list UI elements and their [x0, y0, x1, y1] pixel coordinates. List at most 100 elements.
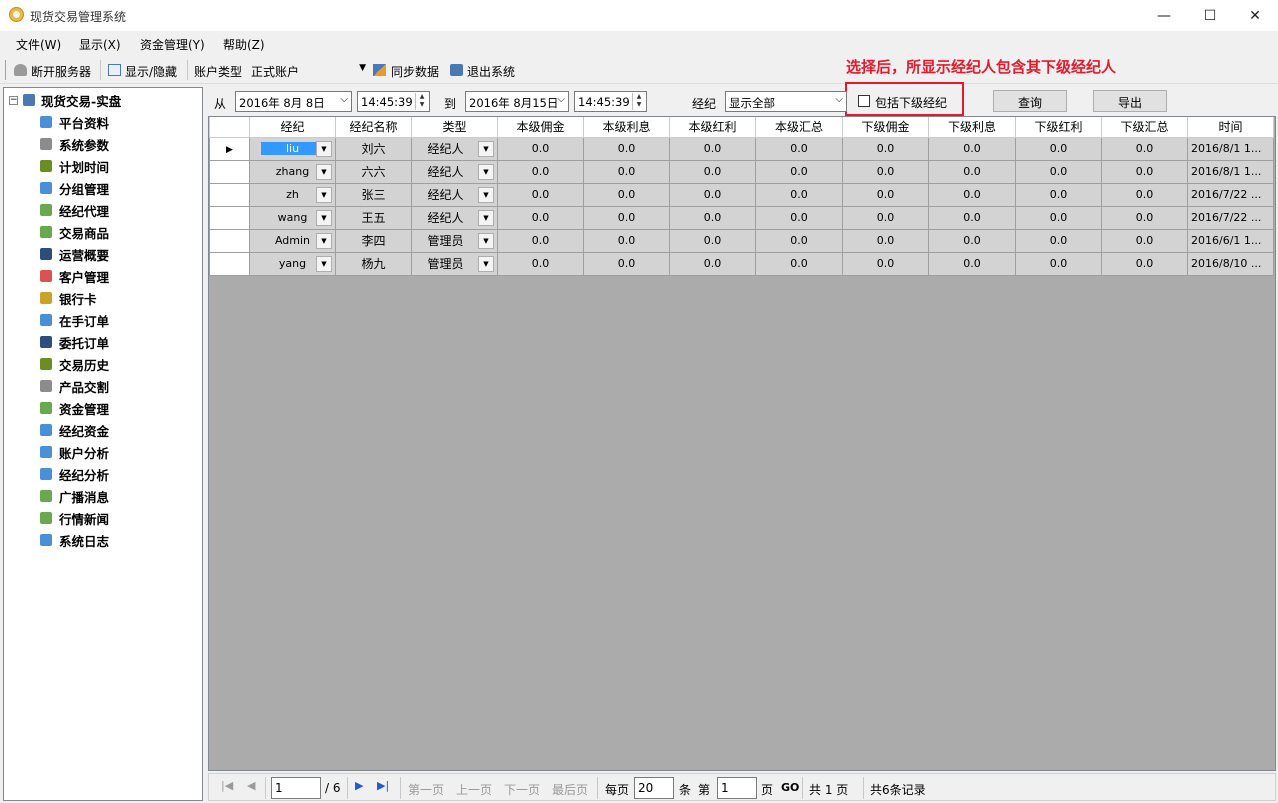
amount-cell[interactable]: 0.0 — [1015, 182, 1102, 207]
first-page-icon[interactable]: |◀ — [221, 779, 233, 792]
table-row[interactable]: zh ▼ 张三 经纪人 ▼ 0.0 0.0 0.0 0.0 0.0 0.0 0.0 0.0 2016/7/… — [209, 182, 1274, 207]
amount-cell[interactable]: 0.0 — [1101, 205, 1188, 230]
tree-item[interactable]: 交易历史 — [40, 353, 109, 375]
amount-cell[interactable]: 0.0 — [1015, 228, 1102, 253]
prev-page-icon[interactable]: ◀ — [247, 779, 255, 792]
tree-item[interactable]: 运营概要 — [40, 243, 109, 265]
row-header[interactable] — [209, 182, 250, 207]
amount-cell[interactable]: 0.0 — [842, 182, 929, 207]
menu-view[interactable]: 显示(X) — [79, 36, 121, 53]
minimize-button[interactable]: — — [1141, 0, 1187, 31]
row-header[interactable] — [209, 205, 250, 230]
tree-item[interactable]: 产品交割 — [40, 375, 109, 397]
tree-item[interactable]: 银行卡 — [40, 287, 97, 309]
tree-item[interactable]: 经纪代理 — [40, 199, 109, 221]
broker-name-cell[interactable]: 王五 — [335, 205, 412, 230]
time-cell[interactable]: 2016/7/22 ... — [1187, 205, 1274, 230]
amount-cell[interactable]: 0.0 — [497, 205, 584, 230]
amount-cell[interactable]: 0.0 — [583, 159, 670, 184]
column-header[interactable]: 本级红利 — [669, 117, 756, 138]
amount-cell[interactable]: 0.0 — [497, 251, 584, 276]
collapse-icon[interactable]: − — [9, 95, 18, 105]
broker-id-combo[interactable]: Admin ▼ — [249, 228, 336, 253]
broker-type-combo[interactable]: 经纪人 ▼ — [411, 136, 498, 161]
include-sub-label[interactable]: 包括下级经纪 — [875, 94, 947, 111]
broker-id-combo[interactable]: liu ▼ — [249, 136, 336, 161]
broker-id-combo[interactable]: zhang ▼ — [249, 159, 336, 184]
tree-item[interactable]: 客户管理 — [40, 265, 109, 287]
table-row[interactable]: wang ▼ 王五 经纪人 ▼ 0.0 0.0 0.0 0.0 0.0 0.0 0.0 0.0 2016/… — [209, 205, 1274, 230]
column-header[interactable]: 下级红利 — [1015, 117, 1102, 138]
column-header[interactable]: 本级佣金 — [497, 117, 584, 138]
amount-cell[interactable]: 0.0 — [583, 182, 670, 207]
chevron-down-icon[interactable]: ▼ — [316, 232, 332, 249]
chevron-down-icon[interactable]: ▼ — [478, 255, 494, 272]
menu-help[interactable]: 帮助(Z) — [223, 36, 265, 53]
amount-cell[interactable]: 0.0 — [1015, 136, 1102, 161]
amount-cell[interactable]: 0.0 — [669, 251, 756, 276]
tree-item[interactable]: 计划时间 — [40, 155, 109, 177]
amount-cell[interactable]: 0.0 — [669, 159, 756, 184]
tree-item[interactable]: 平台资料 — [40, 111, 109, 133]
table-row[interactable]: zhang ▼ 六六 经纪人 ▼ 0.0 0.0 0.0 0.0 0.0 0.0 0.0 0.0 2016… — [209, 159, 1274, 184]
chevron-down-icon[interactable]: ▼ — [478, 186, 494, 203]
amount-cell[interactable]: 0.0 — [928, 205, 1016, 230]
amount-cell[interactable]: 0.0 — [1015, 159, 1102, 184]
amount-cell[interactable]: 0.0 — [755, 251, 843, 276]
menu-file[interactable]: 文件(W) — [16, 36, 61, 53]
broker-type-combo[interactable]: 经纪人 ▼ — [411, 159, 498, 184]
time-cell[interactable]: 2016/8/1 1... — [1187, 159, 1274, 184]
row-header[interactable]: ▶ — [209, 136, 250, 161]
amount-cell[interactable]: 0.0 — [1015, 205, 1102, 230]
tree-item[interactable]: 分组管理 — [40, 177, 109, 199]
broker-type-combo[interactable]: 管理员 ▼ — [411, 251, 498, 276]
column-header[interactable]: 本级汇总 — [755, 117, 843, 138]
tree-item[interactable]: 资金管理 — [40, 397, 109, 419]
amount-cell[interactable]: 0.0 — [928, 182, 1016, 207]
broker-type-combo[interactable]: 经纪人 ▼ — [411, 205, 498, 230]
chevron-down-icon[interactable]: ▼ — [478, 232, 494, 249]
table-row[interactable]: yang ▼ 杨九 管理员 ▼ 0.0 0.0 0.0 0.0 0.0 0.0 0.0 0.0 2016/… — [209, 251, 1274, 276]
tree-item[interactable]: 账户分析 — [40, 441, 109, 463]
chevron-down-icon[interactable]: ▼ — [316, 255, 332, 272]
to-time-picker[interactable]: 14:45:39 ▲ ▼ — [574, 91, 647, 112]
amount-cell[interactable]: 0.0 — [928, 228, 1016, 253]
column-header[interactable]: 类型 — [411, 117, 498, 138]
column-header[interactable]: 下级佣金 — [842, 117, 929, 138]
column-header[interactable]: 时间 — [1187, 117, 1274, 138]
tree-item[interactable]: 在手订单 — [40, 309, 109, 331]
from-date-picker[interactable]: 2016年 8月 8日 ⌵ — [235, 91, 352, 112]
tree-item[interactable]: 委托订单 — [40, 331, 109, 353]
broker-name-cell[interactable]: 杨九 — [335, 251, 412, 276]
tree-item[interactable]: 行情新闻 — [40, 507, 109, 529]
amount-cell[interactable]: 0.0 — [583, 205, 670, 230]
export-button[interactable]: 导出 — [1093, 90, 1167, 112]
amount-cell[interactable]: 0.0 — [583, 228, 670, 253]
amount-cell[interactable]: 0.0 — [842, 251, 929, 276]
last-page-icon[interactable]: ▶| — [377, 779, 389, 792]
close-button[interactable]: ✕ — [1232, 0, 1278, 31]
broker-type-combo[interactable]: 经纪人 ▼ — [411, 182, 498, 207]
disconnect-server-button[interactable]: 断开服务器 — [31, 63, 91, 80]
amount-cell[interactable]: 0.0 — [497, 136, 584, 161]
time-cell[interactable]: 2016/6/1 1... — [1187, 228, 1274, 253]
tree-root[interactable]: − 现货交易-实盘 — [9, 89, 121, 111]
maximize-button[interactable]: ☐ — [1187, 0, 1233, 31]
exit-system-button[interactable]: 退出系统 — [467, 63, 515, 80]
amount-cell[interactable]: 0.0 — [497, 182, 584, 207]
time-cell[interactable]: 2016/7/22 ... — [1187, 182, 1274, 207]
amount-cell[interactable]: 0.0 — [1101, 228, 1188, 253]
time-spinner-icon[interactable]: ▲ ▼ — [632, 93, 645, 110]
prev-page-link[interactable]: 上一页 — [456, 781, 492, 798]
broker-type-combo[interactable]: 管理员 ▼ — [411, 228, 498, 253]
amount-cell[interactable]: 0.0 — [842, 159, 929, 184]
amount-cell[interactable]: 0.0 — [842, 228, 929, 253]
tree-item[interactable]: 系统参数 — [40, 133, 109, 155]
chevron-down-icon[interactable]: ▼ — [316, 186, 332, 203]
tree-item[interactable]: 广播消息 — [40, 485, 109, 507]
amount-cell[interactable]: 0.0 — [842, 205, 929, 230]
amount-cell[interactable]: 0.0 — [755, 205, 843, 230]
time-spinner-icon[interactable]: ▲ ▼ — [415, 93, 428, 110]
amount-cell[interactable]: 0.0 — [842, 136, 929, 161]
tree-item[interactable]: 经纪分析 — [40, 463, 109, 485]
